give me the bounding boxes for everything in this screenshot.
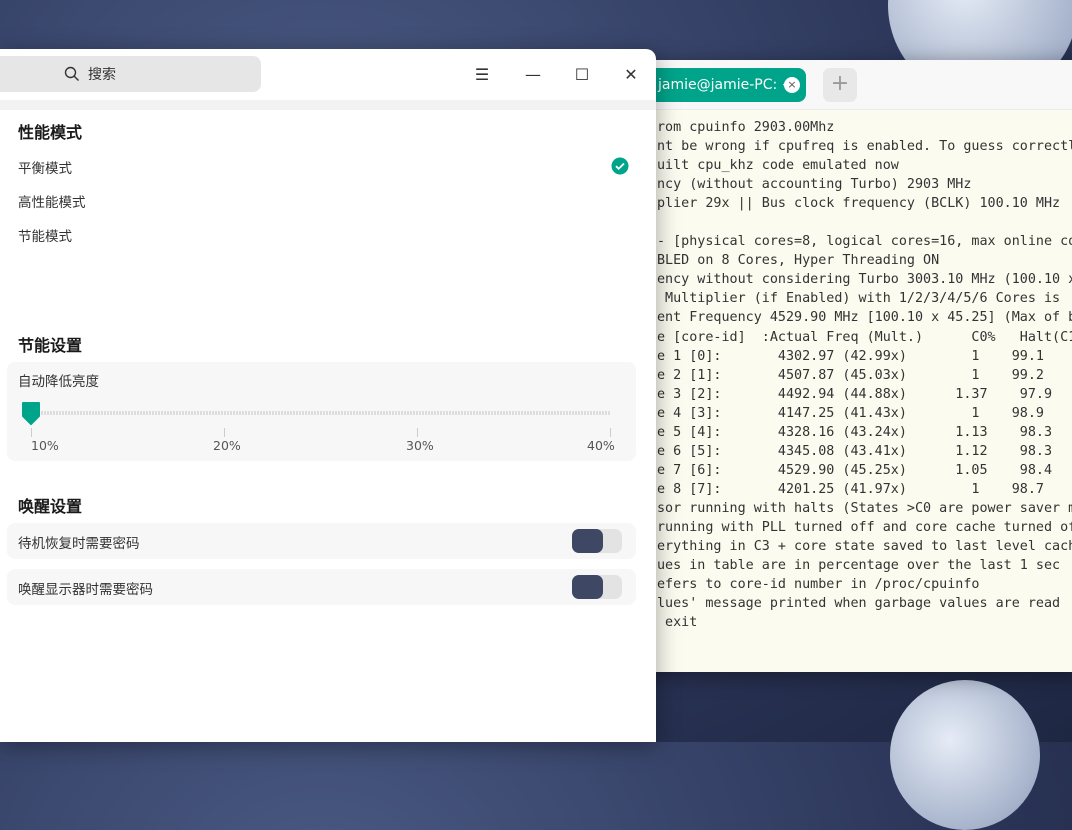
brightness-card: 自动降低亮度 10% 20% 30% 40% bbox=[7, 362, 636, 461]
search-placeholder: 搜索 bbox=[88, 67, 116, 83]
checkmark-icon bbox=[611, 157, 629, 175]
terminal-line: e 4 [3]: 4147.25 (41.43x) 1 98.9 bbox=[657, 405, 1044, 421]
add-tab-button[interactable]: + bbox=[823, 68, 857, 102]
terminal-line: ues in table are in percentage over the … bbox=[657, 558, 1061, 574]
tick bbox=[224, 428, 225, 437]
power-settings-window: 搜索 ☰ — ☐ ✕ 性能模式 平衡模式 高性能模式 节能模式 节能设置 自动降… bbox=[0, 49, 656, 742]
tick-label: 30% bbox=[406, 438, 434, 453]
tick-label: 10% bbox=[31, 438, 59, 453]
terminal-line: e 8 [7]: 4201.25 (41.97x) 1 98.7 bbox=[657, 481, 1044, 497]
terminal-line: e 6 [5]: 4345.08 (43.41x) 1.12 98.3 bbox=[657, 443, 1053, 459]
wake-row: 待机恢复时需要密码 bbox=[7, 523, 636, 559]
terminal-line: e [core-id] :Actual Freq (Mult.) C0% Hal… bbox=[657, 329, 1072, 345]
perf-option-high[interactable]: 高性能模式 bbox=[18, 191, 86, 211]
menu-button[interactable]: ☰ bbox=[470, 63, 494, 87]
terminal-output[interactable]: rom cpuinfo 2903.00Mhz nt be wrong if cpu… bbox=[657, 118, 1072, 632]
terminal-line: e 1 [0]: 4302.97 (42.99x) 1 99.1 bbox=[657, 348, 1044, 364]
tick-label: 40% bbox=[587, 438, 615, 453]
section-title-power: 节能设置 bbox=[18, 336, 83, 355]
settings-content: 性能模式 平衡模式 高性能模式 节能模式 节能设置 自动降低亮度 10% 20%… bbox=[0, 110, 646, 742]
terminal-line: running with PLL turned off and core cac… bbox=[657, 519, 1072, 535]
search-icon bbox=[64, 66, 79, 81]
tick-label: 20% bbox=[213, 438, 241, 453]
terminal-line: Multiplier (if Enabled) with 1/2/3/4/5/6… bbox=[657, 291, 1072, 307]
terminal-line: e 7 [6]: 4529.90 (45.25x) 1.05 98.4 bbox=[657, 462, 1053, 478]
display-wake-password-toggle[interactable] bbox=[572, 575, 622, 599]
brightness-label: 自动降低亮度 bbox=[18, 374, 99, 390]
search-input[interactable]: 搜索 bbox=[0, 56, 261, 92]
brightness-slider-handle[interactable] bbox=[20, 400, 42, 426]
perf-option-balanced[interactable]: 平衡模式 bbox=[18, 157, 72, 177]
terminal-line: nt be wrong if cpufreq is enabled. To gu… bbox=[657, 139, 1072, 155]
minimize-button[interactable]: — bbox=[521, 63, 545, 87]
wake-row-label: 唤醒显示器时需要密码 bbox=[18, 582, 153, 598]
moon-bottom bbox=[890, 680, 1040, 830]
terminal-line: plier 29x || Bus clock frequency (BCLK) … bbox=[657, 196, 1061, 212]
perf-option-saver[interactable]: 节能模式 bbox=[18, 225, 72, 245]
terminal-line: efers to core-id number in /proc/cpuinfo bbox=[657, 577, 980, 593]
terminal-line: ent Frequency 4529.90 MHz [100.10 x 45.2… bbox=[657, 310, 1072, 326]
close-button[interactable]: ✕ bbox=[619, 63, 643, 87]
terminal-line: - [physical cores=8, logical cores=16, m… bbox=[657, 234, 1072, 250]
wake-row: 唤醒显示器时需要密码 bbox=[7, 569, 636, 605]
terminal-line: ency without considering Turbo 3003.10 M… bbox=[657, 272, 1072, 288]
tab-title: jamie@jamie-PC: ~ bbox=[658, 77, 794, 93]
close-tab-icon[interactable]: × bbox=[784, 77, 800, 93]
terminal-window[interactable]: jamie@jamie-PC: ~ × + rom cpuinfo 2903.00… bbox=[640, 60, 1072, 672]
section-title-wake: 唤醒设置 bbox=[18, 497, 83, 516]
terminal-line: e 5 [4]: 4328.16 (43.24x) 1.13 98.3 bbox=[657, 424, 1053, 440]
terminal-line: exit bbox=[657, 615, 698, 631]
brightness-slider-track[interactable] bbox=[41, 411, 611, 415]
terminal-tab[interactable]: jamie@jamie-PC: ~ × bbox=[650, 68, 806, 102]
terminal-tab-bar: jamie@jamie-PC: ~ × + bbox=[640, 60, 1072, 110]
section-title-performance: 性能模式 bbox=[18, 123, 83, 142]
maximize-button[interactable]: ☐ bbox=[570, 63, 594, 87]
terminal-line: uilt cpu_khz code emulated now bbox=[657, 158, 899, 174]
wake-row-label: 待机恢复时需要密码 bbox=[18, 536, 140, 552]
terminal-line: erything in C3 + core state saved to las… bbox=[657, 539, 1072, 555]
terminal-line: rom cpuinfo 2903.00Mhz bbox=[657, 120, 835, 135]
tick bbox=[31, 428, 32, 437]
divider bbox=[0, 100, 656, 110]
terminal-line: lues' message printed when garbage value… bbox=[657, 596, 1061, 612]
tick bbox=[417, 428, 418, 437]
resume-password-toggle[interactable] bbox=[572, 529, 622, 553]
terminal-line: sor running with halts (States >C0 are p… bbox=[657, 500, 1072, 516]
terminal-line: BLED on 8 Cores, Hyper Threading ON bbox=[657, 253, 940, 269]
terminal-line: e 2 [1]: 4507.87 (45.03x) 1 99.2 bbox=[657, 367, 1044, 383]
tick bbox=[610, 428, 611, 437]
terminal-line: ncy (without accounting Turbo) 2903 MHz bbox=[657, 177, 972, 193]
terminal-line: e 3 [2]: 4492.94 (44.88x) 1.37 97.9 bbox=[657, 386, 1053, 402]
